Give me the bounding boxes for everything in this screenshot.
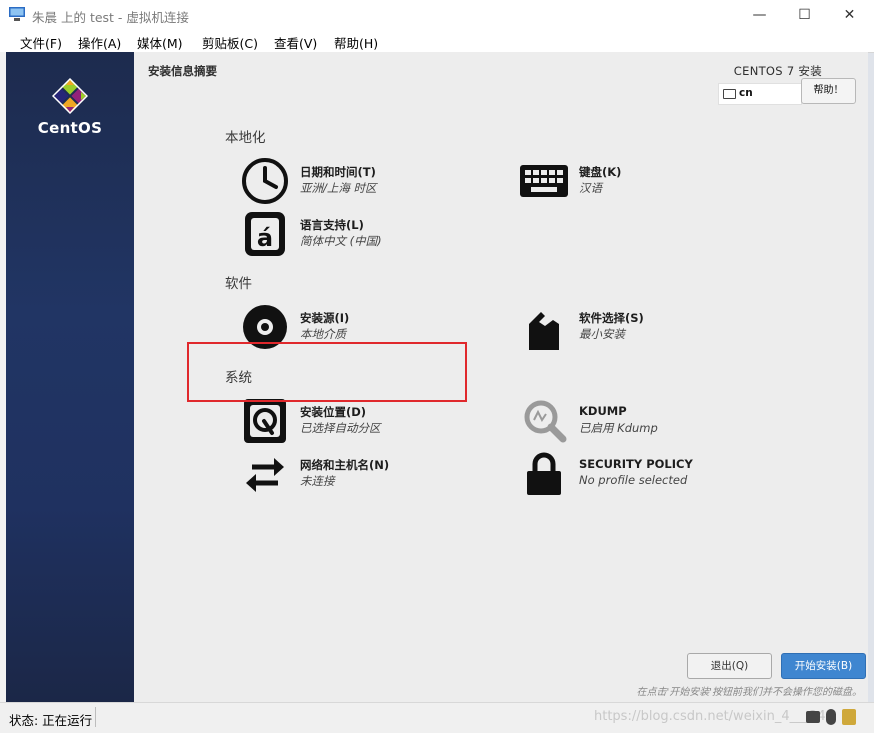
spoke-security-policy[interactable]: SECURITY POLICY No profile selected	[519, 449, 759, 499]
product-title: CENTOS 7 安装	[733, 64, 822, 78]
menu-view[interactable]: 查看(V)	[274, 33, 317, 52]
svg-text:á: á	[257, 224, 273, 252]
section-software: 软件	[225, 276, 252, 292]
spoke-destination-status: 已选择自动分区	[300, 421, 381, 435]
network-arrows-icon	[246, 458, 284, 492]
close-button[interactable]: ✕	[827, 0, 872, 30]
menu-bar: 文件(F) 操作(A) 媒体(M) 剪贴板(C) 查看(V) 帮助(H)	[0, 30, 874, 53]
menu-file[interactable]: 文件(F)	[20, 33, 62, 52]
package-icon	[529, 312, 559, 350]
spoke-network-status: 未连接	[300, 474, 335, 488]
status-separator	[95, 707, 96, 727]
spoke-destination-title: 安装位置(D)	[300, 405, 367, 419]
begin-installation-button[interactable]: 开始安装(B)	[781, 653, 866, 679]
spoke-language-status: 简体中文 (中国)	[300, 234, 382, 248]
keyboard-small-icon	[723, 89, 736, 99]
keyboard-layout-indicator[interactable]: cn	[718, 83, 802, 105]
spoke-kdump-status: 已启用 Kdump	[579, 421, 658, 435]
maximize-button[interactable]: ☐	[782, 0, 827, 30]
language-icon: á	[245, 212, 285, 256]
spoke-source-title: 安装源(I)	[300, 311, 350, 325]
spoke-kdump-title: KDUMP	[579, 404, 627, 418]
watermark-text: https://blog.csdn.net/weixin_4___24	[594, 709, 826, 724]
quit-button[interactable]: 退出(Q)	[687, 653, 772, 679]
spoke-software-selection[interactable]: 软件选择(S) 最小安装	[519, 302, 759, 352]
help-button[interactable]: 帮助！	[801, 78, 856, 104]
centos-brand-text: CentOS	[37, 119, 103, 137]
spoke-software-status: 最小安装	[579, 327, 625, 341]
spoke-keyboard-status: 汉语	[579, 181, 602, 195]
lock-icon	[527, 452, 561, 495]
spoke-keyboard[interactable]: 键盘(K) 汉语	[519, 156, 759, 206]
menu-clipboard[interactable]: 剪贴板(C)	[202, 33, 258, 52]
section-localization: 本地化	[225, 130, 266, 146]
spoke-datetime[interactable]: 日期和时间(T) 亚洲/上海 时区	[240, 156, 480, 206]
spoke-security-status: No profile selected	[579, 473, 688, 487]
spoke-security-title: SECURITY POLICY	[579, 457, 693, 471]
spoke-install-destination[interactable]: 安装位置(D) 已选择自动分区	[240, 396, 480, 446]
spoke-kdump[interactable]: KDUMP 已启用 Kdump	[519, 396, 759, 446]
lock-tray-icon[interactable]	[842, 709, 856, 725]
vm-connection-icon	[9, 7, 25, 21]
spoke-software-title: 软件选择(S)	[579, 311, 644, 325]
status-bar: 状态: 正在运行 https://blog.csdn.net/weixin_4_…	[0, 702, 874, 733]
spoke-source-status: 本地介质	[300, 327, 346, 341]
menu-help[interactable]: 帮助(H)	[334, 33, 378, 52]
kdump-search-icon	[524, 400, 567, 443]
vm-status-text: 状态: 正在运行	[9, 713, 93, 728]
spoke-language-title: 语言支持(L)	[300, 218, 364, 232]
centos-logo-icon	[52, 78, 88, 114]
disk-safety-hint: 在点击'开始安装'按钮前我们并不会操作您的磁盘。	[636, 687, 863, 698]
page-title: 安装信息摘要	[148, 64, 217, 78]
clock-icon	[242, 158, 288, 204]
installer-sidebar: CentOS	[6, 52, 134, 702]
highlight-annotation-box	[187, 342, 467, 402]
menu-action[interactable]: 操作(A)	[78, 33, 121, 52]
spoke-keyboard-title: 键盘(K)	[579, 165, 622, 179]
spoke-network-hostname[interactable]: 网络和主机名(N) 未连接	[240, 449, 480, 499]
spoke-datetime-status: 亚洲/上海 时区	[300, 181, 377, 195]
keyboard-icon	[520, 165, 568, 197]
spoke-network-title: 网络和主机名(N)	[300, 458, 390, 472]
spoke-datetime-title: 日期和时间(T)	[300, 165, 376, 179]
keyboard-layout-value: cn	[739, 87, 753, 99]
spoke-language[interactable]: á 语言支持(L) 简体中文 (中国)	[240, 209, 480, 259]
harddisk-icon	[244, 399, 286, 443]
menu-media[interactable]: 媒体(M)	[137, 33, 183, 52]
minimize-button[interactable]: —	[737, 0, 782, 30]
window-titlebar: 朱晨 上的 test - 虚拟机连接 — ☐ ✕	[0, 0, 874, 31]
mouse-tray-icon[interactable]	[826, 709, 836, 725]
keyboard-tray-icon[interactable]	[806, 711, 820, 723]
window-title: 朱晨 上的 test - 虚拟机连接	[32, 10, 189, 25]
